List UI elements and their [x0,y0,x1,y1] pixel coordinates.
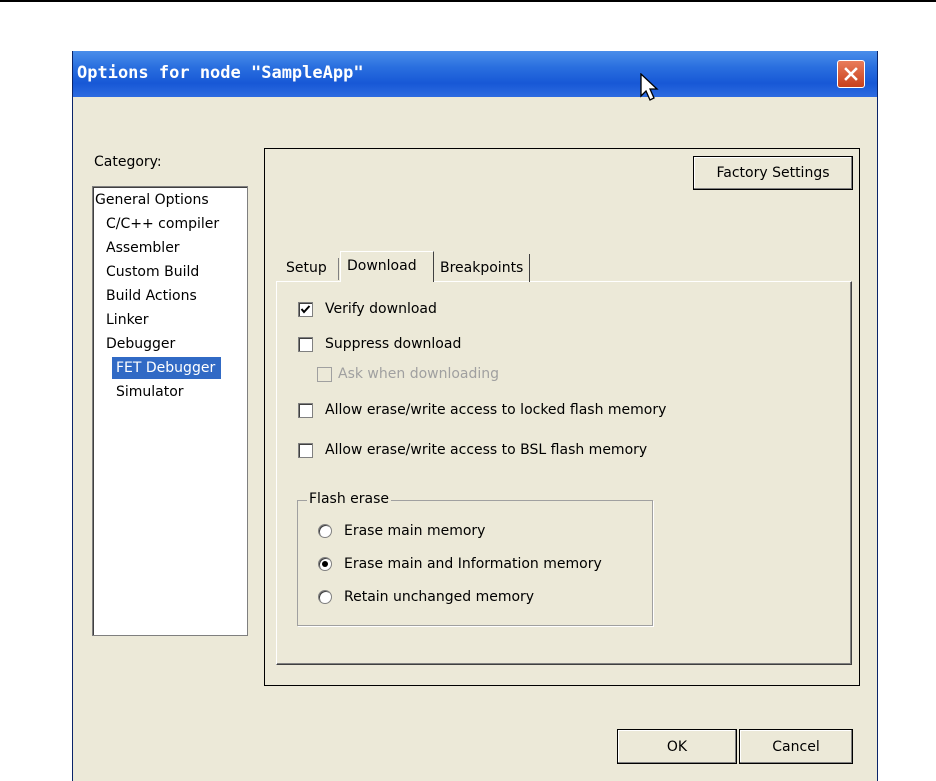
mouse-pointer-icon [640,73,659,101]
flash-erase-group-label: Flash erase [307,491,391,507]
window-title: Options for node "SampleApp" [77,63,364,83]
category-item-fet-debugger[interactable]: FET Debugger [112,357,222,379]
title-bar[interactable]: Options for node "SampleApp" [73,51,877,97]
ok-button[interactable]: OK [617,729,737,764]
bsl-flash-access-checkbox[interactable]: Allow erase/write access to BSL flash me… [298,442,647,458]
category-item-linker[interactable]: Linker [106,309,149,331]
checkbox-box [317,366,332,382]
locked-flash-access-checkbox[interactable]: Allow erase/write access to locked flash… [298,402,666,418]
radio-circle[interactable] [318,590,332,604]
factory-settings-button[interactable]: Factory Settings [693,156,853,190]
retain-unchanged-memory-radio[interactable]: Retain unchanged memory [318,589,534,605]
screen-top-border [0,0,936,2]
retain-unchanged-memory-label: Retain unchanged memory [344,589,535,605]
erase-main-and-info-memory-radio[interactable]: Erase main and Information memory [318,556,602,572]
ask-when-downloading-label: Ask when downloading [338,366,500,382]
tab-setup[interactable]: Setup [280,254,333,282]
checkbox-box[interactable] [298,336,313,352]
category-item-build-actions[interactable]: Build Actions [106,285,197,307]
radio-selected-dot [322,561,328,567]
locked-flash-access-label: Allow erase/write access to locked flash… [325,402,667,418]
ask-when-downloading-checkbox: Ask when downloading [317,366,499,382]
suppress-download-checkbox[interactable]: Suppress download [298,336,461,352]
category-item-debugger[interactable]: Debugger [106,333,175,355]
suppress-download-label: Suppress download [325,336,462,352]
verify-download-label: Verify download [325,301,437,317]
erase-main-memory-radio[interactable]: Erase main memory [318,523,485,539]
category-item-assembler[interactable]: Assembler [106,237,180,259]
tab-download[interactable]: Download [340,251,434,282]
bsl-flash-access-label: Allow erase/write access to BSL flash me… [325,442,648,458]
radio-circle[interactable] [318,557,332,571]
category-item-custom-build[interactable]: Custom Build [106,261,199,283]
category-list[interactable]: General Options C/C++ compiler Assembler… [92,186,248,636]
close-icon [844,67,858,81]
radio-circle[interactable] [318,524,332,538]
checkbox-box[interactable] [298,442,313,458]
checkbox-box[interactable] [298,301,313,317]
verify-download-checkbox[interactable]: Verify download [298,301,437,317]
category-label: Category: [94,154,162,170]
cancel-button[interactable]: Cancel [739,729,853,764]
erase-main-memory-label: Erase main memory [344,523,486,539]
category-item-c-compiler[interactable]: C/C++ compiler [106,213,219,235]
erase-main-and-info-memory-label: Erase main and Information memory [344,556,602,572]
close-button[interactable] [837,60,865,88]
category-item-simulator[interactable]: Simulator [116,381,184,403]
tab-divider [338,258,339,280]
check-icon [300,304,311,314]
category-item-general-options[interactable]: General Options [95,189,209,211]
tab-breakpoints[interactable]: Breakpoints [434,254,531,282]
checkbox-box[interactable] [298,402,313,418]
